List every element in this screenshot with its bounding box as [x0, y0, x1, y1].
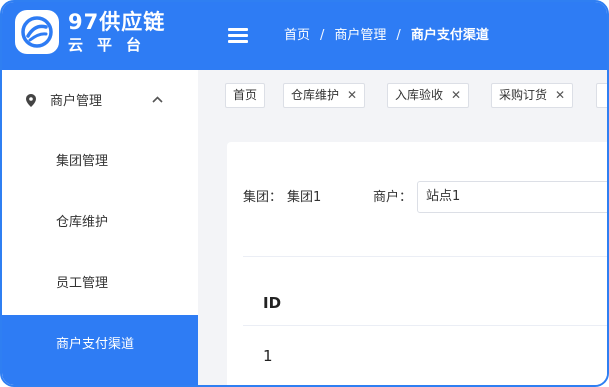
group-filter-label: 集团：: [243, 190, 283, 205]
brand-name: 97供应链: [68, 10, 166, 34]
table-header-id: ID: [263, 294, 282, 312]
tab-overflow[interactable]: [596, 83, 607, 108]
menu-toggle-button[interactable]: [228, 28, 250, 44]
logo: [15, 10, 59, 54]
group-filter-value: 集团1: [287, 190, 322, 205]
tab-bar: 首页 仓库维护 ✕ 入库验收 ✕ 采购订货 ✕: [206, 70, 607, 121]
merchant-select-value: 站点1: [426, 189, 461, 204]
sidebar-item-label: 员工管理: [56, 276, 109, 291]
chevron-up-icon: [152, 96, 163, 103]
tab-inbound-inspection[interactable]: 入库验收 ✕: [387, 83, 470, 108]
tab-purchase-order[interactable]: 采购订货 ✕: [491, 83, 574, 108]
sidebar-group-label: 商户管理: [50, 94, 103, 109]
tab-warehouse-maintenance[interactable]: 仓库维护 ✕: [283, 83, 366, 108]
logo-icon: [21, 16, 53, 48]
sidebar-item-group-management[interactable]: 集团管理: [2, 132, 198, 193]
tab-home[interactable]: 首页: [225, 83, 266, 108]
close-icon[interactable]: ✕: [451, 88, 461, 102]
location-pin-icon: [26, 94, 36, 107]
tab-label: 仓库维护: [291, 88, 340, 102]
breadcrumb-home[interactable]: 首页: [284, 28, 310, 43]
breadcrumb: 首页 / 商户管理 / 商户支付渠道: [284, 26, 489, 46]
table-top-divider: [243, 256, 607, 257]
tab-label: 入库验收: [395, 88, 444, 102]
breadcrumb-merchant-management[interactable]: 商户管理: [334, 28, 386, 43]
sidebar-item-warehouse-maintenance[interactable]: 仓库维护: [2, 193, 198, 254]
close-icon[interactable]: ✕: [347, 88, 357, 102]
table-cell-id: 1: [263, 347, 273, 365]
sidebar: 商户管理 集团管理 仓库维护 员工管理 商户支付渠道: [2, 70, 198, 385]
app-window: 97供应链 云平台 首页 / 商户管理 / 商户支付渠道 商户管理 集团管理 仓库维护: [0, 0, 609, 387]
sidebar-item-label: 集团管理: [56, 154, 109, 169]
sidebar-item-staff-management[interactable]: 员工管理: [2, 254, 198, 315]
merchant-select[interactable]: 站点1: [417, 181, 607, 213]
tab-label: 首页: [233, 88, 258, 102]
breadcrumb-separator: /: [320, 28, 325, 43]
sidebar-item-label: 仓库维护: [56, 215, 109, 230]
sidebar-group-merchant-management[interactable]: 商户管理: [2, 70, 198, 132]
content-card: 集团： 集团1 商户： 站点1 ID 1: [227, 142, 607, 385]
table-row-divider: [243, 325, 607, 326]
top-header: 97供应链 云平台 首页 / 商户管理 / 商户支付渠道: [2, 2, 607, 70]
brand-subtitle: 云平台: [68, 36, 156, 54]
tab-label: 采购订货: [499, 88, 548, 102]
close-icon[interactable]: ✕: [555, 88, 565, 102]
sidebar-item-merchant-payment-channel[interactable]: 商户支付渠道: [2, 315, 198, 385]
sidebar-item-label: 商户支付渠道: [56, 337, 135, 352]
breadcrumb-separator: /: [396, 28, 401, 43]
breadcrumb-current: 商户支付渠道: [410, 28, 489, 43]
merchant-filter-label: 商户：: [373, 190, 413, 205]
